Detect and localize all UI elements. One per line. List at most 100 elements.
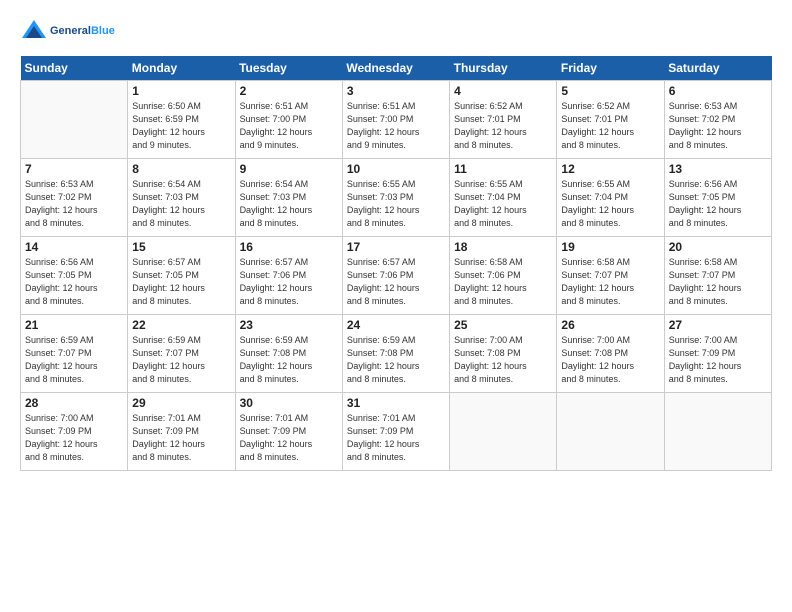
day-number: 27 [669,318,767,332]
day-detail: Sunrise: 6:59 AM Sunset: 7:08 PM Dayligh… [240,334,338,386]
day-number: 13 [669,162,767,176]
calendar-cell: 4Sunrise: 6:52 AM Sunset: 7:01 PM Daylig… [450,81,557,159]
day-detail: Sunrise: 7:00 AM Sunset: 7:09 PM Dayligh… [25,412,123,464]
day-number: 10 [347,162,445,176]
day-number: 14 [25,240,123,254]
calendar-cell: 23 Sunrise: 6:59 AM Sunset: 7:08 PM Dayli… [235,315,342,393]
day-detail: Sunrise: 7:00 AM Sunset: 7:09 PM Dayligh… [669,334,767,386]
day-detail: Sunrise: 6:58 AM Sunset: 7:06 PM Dayligh… [454,256,552,308]
calendar-cell: 3 Sunrise: 6:51 AM Sunset: 7:00 PM Daylig… [342,81,449,159]
day-detail: Sunrise: 6:58 AM Sunset: 7:07 PM Dayligh… [669,256,767,308]
calendar-cell: 26Sunrise: 7:00 AM Sunset: 7:08 PM Dayli… [557,315,664,393]
day-number: 4 [454,84,552,98]
day-detail: Sunrise: 6:53 AM Sunset: 7:02 PM Dayligh… [669,100,767,152]
day-detail: Sunrise: 7:00 AM Sunset: 7:08 PM Dayligh… [454,334,552,386]
day-number: 23 [240,318,338,332]
calendar-cell: 31 Sunrise: 7:01 AM Sunset: 7:09 PM Dayli… [342,393,449,471]
day-detail: Sunrise: 6:51 AM Sunset: 7:00 PM Dayligh… [240,100,338,152]
day-detail: Sunrise: 6:54 AM Sunset: 7:03 PM Dayligh… [240,178,338,230]
week-row-1: 1 Sunrise: 6:50 AM Sunset: 6:59 PM Daylig… [21,81,772,159]
calendar-cell: 15 Sunrise: 6:57 AM Sunset: 7:05 PM Dayli… [128,237,235,315]
logo-blue: Blue [91,25,115,37]
calendar-cell: 25Sunrise: 7:00 AM Sunset: 7:08 PM Dayli… [450,315,557,393]
calendar-cell: 18 Sunrise: 6:58 AM Sunset: 7:06 PM Dayli… [450,237,557,315]
calendar-cell: 27 Sunrise: 7:00 AM Sunset: 7:09 PM Dayli… [664,315,771,393]
calendar-cell: 5Sunrise: 6:52 AM Sunset: 7:01 PM Daylig… [557,81,664,159]
day-detail: Sunrise: 7:01 AM Sunset: 7:09 PM Dayligh… [240,412,338,464]
day-number: 7 [25,162,123,176]
day-number: 9 [240,162,338,176]
day-number: 29 [132,396,230,410]
day-number: 16 [240,240,338,254]
calendar-cell: 19Sunrise: 6:58 AM Sunset: 7:07 PM Dayli… [557,237,664,315]
day-detail: Sunrise: 7:00 AM Sunset: 7:08 PM Dayligh… [561,334,659,386]
day-number: 30 [240,396,338,410]
day-detail: Sunrise: 7:01 AM Sunset: 7:09 PM Dayligh… [347,412,445,464]
day-detail: Sunrise: 6:59 AM Sunset: 7:07 PM Dayligh… [25,334,123,386]
day-number: 28 [25,396,123,410]
day-number: 20 [669,240,767,254]
day-number: 1 [132,84,230,98]
day-detail: Sunrise: 6:57 AM Sunset: 7:06 PM Dayligh… [240,256,338,308]
calendar-cell: 6 Sunrise: 6:53 AM Sunset: 7:02 PM Daylig… [664,81,771,159]
calendar-cell: 28 Sunrise: 7:00 AM Sunset: 7:09 PM Dayli… [21,393,128,471]
calendar-cell: 7 Sunrise: 6:53 AM Sunset: 7:02 PM Daylig… [21,159,128,237]
calendar-cell: 13 Sunrise: 6:56 AM Sunset: 7:05 PM Dayli… [664,159,771,237]
day-number: 6 [669,84,767,98]
day-number: 18 [454,240,552,254]
day-number: 12 [561,162,659,176]
day-detail: Sunrise: 6:54 AM Sunset: 7:03 PM Dayligh… [132,178,230,230]
col-wednesday: Wednesday [342,56,449,81]
day-detail: Sunrise: 6:59 AM Sunset: 7:08 PM Dayligh… [347,334,445,386]
calendar-cell: 1 Sunrise: 6:50 AM Sunset: 6:59 PM Daylig… [128,81,235,159]
calendar-cell [557,393,664,471]
day-number: 3 [347,84,445,98]
col-saturday: Saturday [664,56,771,81]
logo-icon [20,18,48,46]
day-detail: Sunrise: 6:56 AM Sunset: 7:05 PM Dayligh… [669,178,767,230]
calendar-cell [21,81,128,159]
calendar-cell [450,393,557,471]
day-number: 5 [561,84,659,98]
calendar-cell: 24 Sunrise: 6:59 AM Sunset: 7:08 PM Dayli… [342,315,449,393]
logo: GeneralBlue [20,18,115,46]
calendar-cell: 8Sunrise: 6:54 AM Sunset: 7:03 PM Daylig… [128,159,235,237]
calendar-cell: 20 Sunrise: 6:58 AM Sunset: 7:07 PM Dayli… [664,237,771,315]
day-number: 31 [347,396,445,410]
day-number: 2 [240,84,338,98]
day-detail: Sunrise: 6:51 AM Sunset: 7:00 PM Dayligh… [347,100,445,152]
calendar-cell: 16 Sunrise: 6:57 AM Sunset: 7:06 PM Dayli… [235,237,342,315]
day-detail: Sunrise: 6:57 AM Sunset: 7:06 PM Dayligh… [347,256,445,308]
day-detail: Sunrise: 6:50 AM Sunset: 6:59 PM Dayligh… [132,100,230,152]
calendar-cell: 12 Sunrise: 6:55 AM Sunset: 7:04 PM Dayli… [557,159,664,237]
col-friday: Friday [557,56,664,81]
logo-general: General [50,25,91,37]
calendar-cell: 14 Sunrise: 6:56 AM Sunset: 7:05 PM Dayli… [21,237,128,315]
day-number: 11 [454,162,552,176]
day-detail: Sunrise: 6:55 AM Sunset: 7:04 PM Dayligh… [561,178,659,230]
col-sunday: Sunday [21,56,128,81]
day-number: 22 [132,318,230,332]
calendar-cell [664,393,771,471]
col-thursday: Thursday [450,56,557,81]
day-detail: Sunrise: 6:53 AM Sunset: 7:02 PM Dayligh… [25,178,123,230]
week-row-2: 7 Sunrise: 6:53 AM Sunset: 7:02 PM Daylig… [21,159,772,237]
calendar-cell: 11 Sunrise: 6:55 AM Sunset: 7:04 PM Dayli… [450,159,557,237]
page: GeneralBlue Sunday Monday Tuesday Wednes… [0,0,792,481]
day-number: 15 [132,240,230,254]
header-row: Sunday Monday Tuesday Wednesday Thursday… [21,56,772,81]
day-detail: Sunrise: 6:58 AM Sunset: 7:07 PM Dayligh… [561,256,659,308]
col-monday: Monday [128,56,235,81]
col-tuesday: Tuesday [235,56,342,81]
header: GeneralBlue [20,18,772,46]
day-detail: Sunrise: 6:59 AM Sunset: 7:07 PM Dayligh… [132,334,230,386]
calendar-cell: 21Sunrise: 6:59 AM Sunset: 7:07 PM Dayli… [21,315,128,393]
day-detail: Sunrise: 6:55 AM Sunset: 7:03 PM Dayligh… [347,178,445,230]
calendar-table: Sunday Monday Tuesday Wednesday Thursday… [20,56,772,471]
day-detail: Sunrise: 6:57 AM Sunset: 7:05 PM Dayligh… [132,256,230,308]
week-row-4: 21Sunrise: 6:59 AM Sunset: 7:07 PM Dayli… [21,315,772,393]
calendar-cell: 22 Sunrise: 6:59 AM Sunset: 7:07 PM Dayli… [128,315,235,393]
day-number: 24 [347,318,445,332]
day-detail: Sunrise: 6:56 AM Sunset: 7:05 PM Dayligh… [25,256,123,308]
day-detail: Sunrise: 6:55 AM Sunset: 7:04 PM Dayligh… [454,178,552,230]
